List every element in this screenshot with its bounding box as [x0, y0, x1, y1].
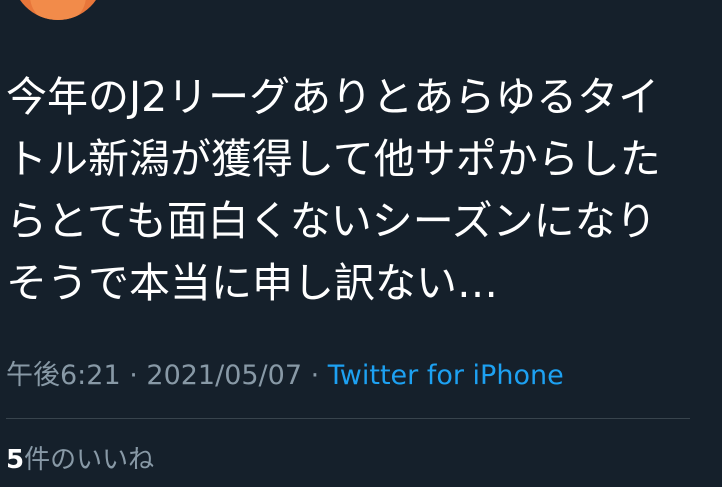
tweet-text: 今年のJ2リーグありとあらゆるタイ トル新潟が獲得して他サポからした らとても面…	[6, 73, 661, 307]
user-handle[interactable]: ‾ ‾	[128, 0, 178, 12]
meta-separator: ·	[120, 360, 147, 391]
avatar[interactable]	[12, 0, 104, 20]
likes-count: 5	[6, 445, 25, 475]
tweet-source-link[interactable]: Twitter for iPhone	[328, 360, 564, 391]
likes-summary[interactable]: 5件のいいね	[6, 442, 154, 478]
tweet-meta: 午後6:21 · 2021/05/07 · Twitter for iPhone	[6, 358, 564, 394]
tweet-date[interactable]: 2021/05/07	[146, 360, 302, 391]
divider	[6, 418, 690, 419]
likes-label: 件のいいね	[24, 445, 155, 475]
avatar-image	[30, 0, 86, 20]
meta-separator: ·	[302, 360, 328, 391]
tweet-time[interactable]: 午後6:21	[6, 360, 121, 391]
